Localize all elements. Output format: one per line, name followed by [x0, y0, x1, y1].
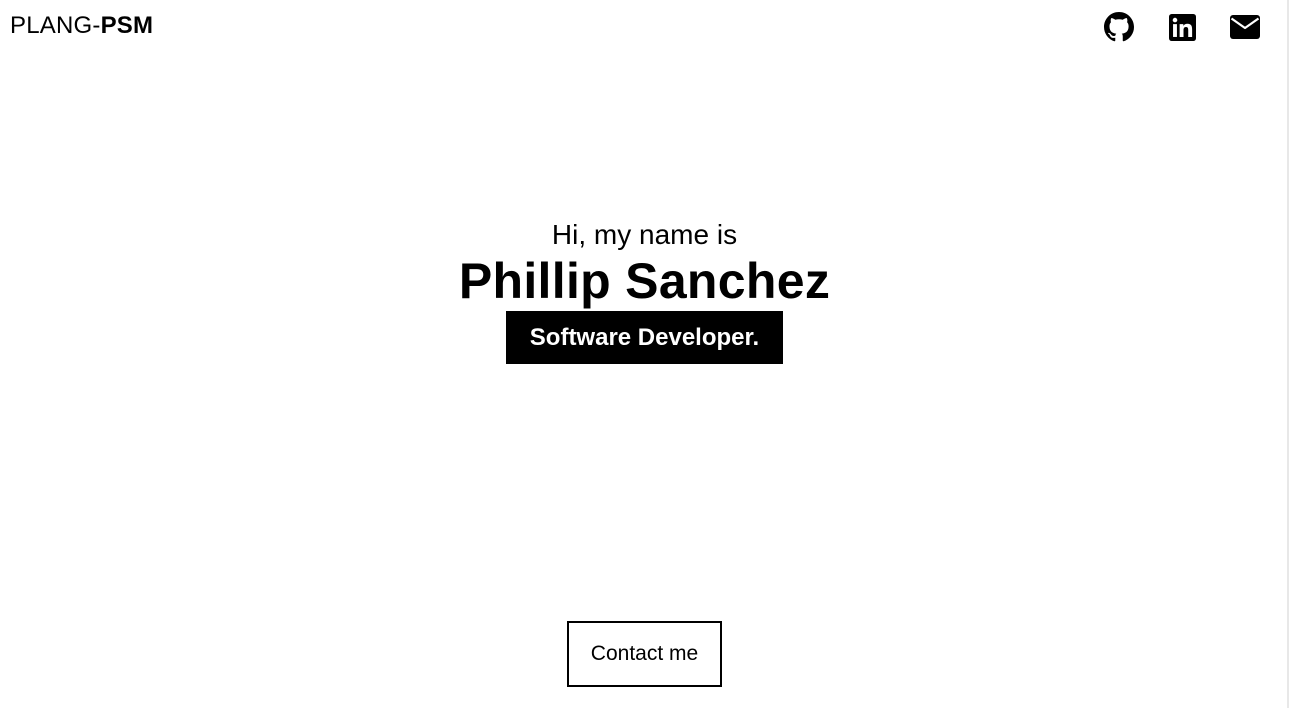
brand-bold-text: PSM	[100, 12, 154, 39]
hero-section: Hi, my name is Phillip Sanchez Software …	[0, 217, 1289, 364]
linkedin-link[interactable]	[1166, 11, 1198, 43]
brand-logo[interactable]: PLANG-PSM	[10, 11, 153, 41]
github-link[interactable]	[1103, 11, 1135, 43]
linkedin-icon	[1168, 13, 1196, 41]
greeting-text: Hi, my name is	[551, 219, 738, 250]
email-link[interactable]	[1229, 11, 1261, 43]
role-wrap: Software Developer.	[0, 311, 1289, 364]
contact-me-button[interactable]: Contact me	[567, 621, 722, 687]
social-links	[1103, 11, 1289, 43]
hero-name: Phillip Sanchez	[458, 253, 831, 309]
envelope-icon	[1230, 15, 1260, 39]
github-icon	[1104, 12, 1134, 42]
brand-light-text: PLANG-	[10, 12, 101, 39]
role-badge: Software Developer.	[505, 311, 784, 364]
page: PLANG-PSM Hi, my name is Phillip Sanchez	[0, 0, 1289, 717]
